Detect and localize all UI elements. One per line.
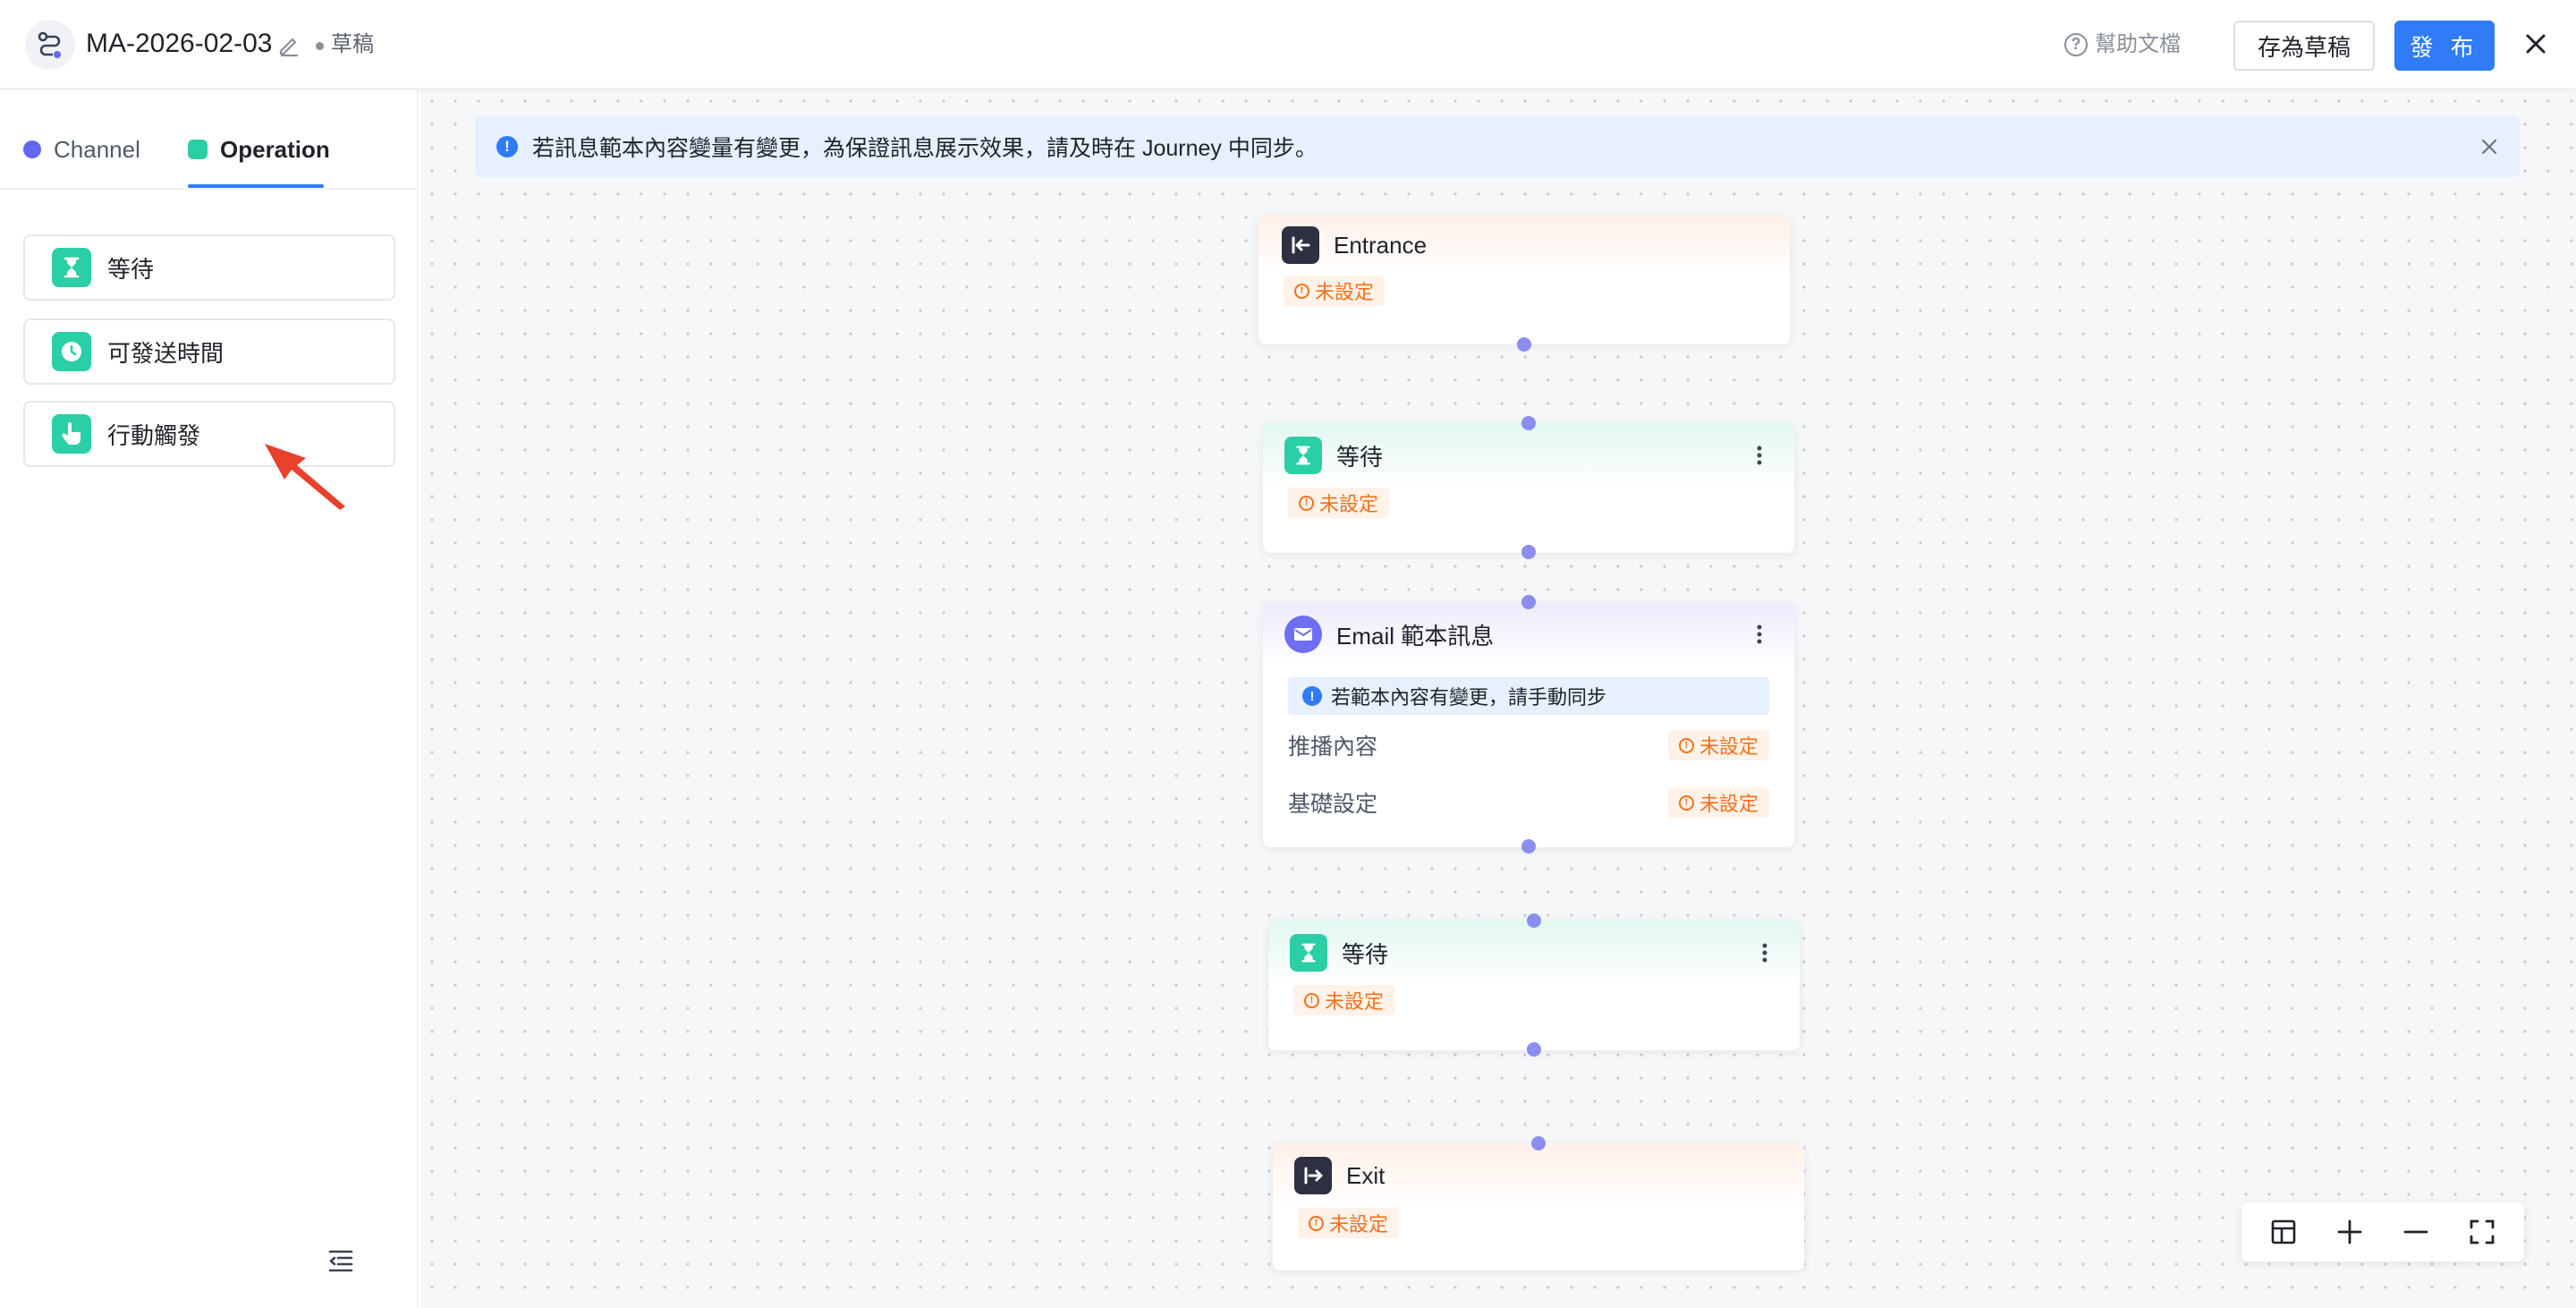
more-menu-icon[interactable]: [1755, 620, 1764, 649]
sync-notice-banner: ! 若訊息範本內容變量有變更，為保證訊息展示效果，請及時在 Journey 中同…: [475, 116, 2520, 177]
help-docs-link[interactable]: ? 幫助文檔: [2064, 27, 2181, 63]
node-header: Email 範本訊息: [1263, 602, 1794, 667]
info-icon: !: [496, 136, 518, 157]
layout-icon[interactable]: [2266, 1214, 2301, 1250]
output-port[interactable]: [1521, 839, 1536, 854]
tab-operation[interactable]: Operation: [188, 134, 330, 165]
input-port[interactable]: [1521, 595, 1536, 609]
node-title: 等待: [1336, 443, 1384, 471]
node-title: Exit: [1346, 1161, 1385, 1189]
more-menu-icon[interactable]: [1755, 441, 1764, 470]
status-text: 未設定: [1699, 735, 1758, 758]
channel-dot-icon: [23, 140, 41, 158]
node-header: 等待: [1268, 921, 1800, 985]
email-row-basic-settings[interactable]: 基礎設定 ! 未設定: [1263, 774, 1794, 831]
status-text: 未設定: [1319, 493, 1379, 515]
status-badge: ! 未設定: [1293, 985, 1395, 1015]
notice-text: 若訊息範本內容變量有變更，為保證訊息展示效果，請及時在 Journey 中同步。: [532, 136, 1318, 161]
node-wait[interactable]: 等待 ! 未設定: [1263, 423, 1794, 553]
help-docs-label: 幫助文檔: [2095, 32, 2181, 56]
active-tab-indicator: [188, 184, 324, 188]
node-title: Entrance: [1334, 231, 1428, 259]
zoom-in-icon[interactable]: [2332, 1214, 2368, 1250]
hourglass-icon: [1290, 934, 1327, 972]
tab-channel-label: Channel: [54, 136, 140, 163]
top-header: MA-2026-02-03 草稿 ? 幫助文檔 存為草稿 發 布: [0, 0, 2576, 89]
status-badge: ! 未設定: [1667, 787, 1769, 818]
status-badge: ! 未設定: [1667, 730, 1769, 760]
input-port[interactable]: [1527, 913, 1541, 928]
collapse-sidebar-icon[interactable]: [326, 1245, 356, 1276]
note-text: 若範本內容有變更，請手動同步: [1331, 686, 1607, 709]
output-port[interactable]: [1527, 1042, 1541, 1057]
row-label: 推播內容: [1288, 735, 1378, 760]
warning-icon: !: [1294, 283, 1309, 299]
mail-icon: [1284, 616, 1322, 653]
template-sync-note: ! 若範本內容有變更，請手動同步: [1288, 677, 1769, 715]
email-row-push-content[interactable]: 推播內容 ! 未設定: [1263, 717, 1794, 774]
info-icon: !: [1302, 686, 1322, 706]
output-port[interactable]: [1517, 337, 1531, 352]
publish-button[interactable]: 發 布: [2394, 21, 2495, 71]
warning-icon: !: [1678, 737, 1694, 753]
fullscreen-icon[interactable]: [2464, 1214, 2500, 1250]
node-entrance[interactable]: Entrance ! 未設定: [1258, 215, 1790, 344]
row-label: 基礎設定: [1288, 792, 1378, 817]
status-badge: 草稿: [331, 32, 374, 56]
operation-item-wait[interactable]: 等待: [23, 234, 395, 301]
red-arrow-annotation-icon: [265, 444, 345, 510]
operation-item-label: 行動觸發: [107, 421, 201, 449]
operation-item-label: 等待: [107, 255, 155, 283]
canvas-controls: [2241, 1202, 2524, 1261]
node-title: Email 範本訊息: [1336, 622, 1495, 650]
notice-close-icon[interactable]: [2479, 136, 2500, 157]
status-badge: ! 未設定: [1298, 1208, 1400, 1238]
zoom-out-icon[interactable]: [2398, 1214, 2434, 1250]
input-port[interactable]: [1531, 1136, 1546, 1151]
exit-icon: [1294, 1157, 1332, 1194]
node-title: 等待: [1342, 940, 1389, 968]
entrance-icon: [1282, 226, 1319, 264]
status-text: 未設定: [1329, 1213, 1389, 1236]
more-menu-icon[interactable]: [1760, 939, 1769, 967]
question-icon: ?: [2064, 33, 2088, 56]
warning-icon: !: [1299, 495, 1314, 511]
node-header: 等待: [1263, 423, 1794, 488]
input-port[interactable]: [1521, 416, 1536, 430]
tab-operation-label: Operation: [220, 136, 330, 163]
hourglass-icon: [1284, 437, 1322, 474]
status-dot: [316, 42, 324, 50]
close-icon[interactable]: [2520, 28, 2552, 60]
save-draft-button[interactable]: 存為草稿: [2233, 21, 2375, 71]
edit-title-icon[interactable]: [275, 31, 302, 58]
node-wait[interactable]: 等待 ! 未設定: [1268, 921, 1800, 1050]
clock-icon: [52, 332, 91, 371]
status-text: 未設定: [1325, 990, 1385, 1013]
node-header: Entrance: [1258, 215, 1790, 276]
hand-pointer-icon: [52, 414, 91, 454]
status-badge: ! 未設定: [1284, 276, 1385, 306]
output-port[interactable]: [1521, 545, 1536, 559]
hourglass-icon: [52, 248, 91, 287]
node-exit[interactable]: Exit ! 未設定: [1273, 1143, 1804, 1270]
status-text: 未設定: [1315, 281, 1375, 303]
status-text: 未設定: [1699, 793, 1758, 815]
node-email-template[interactable]: Email 範本訊息 ! 若範本內容有變更，請手動同步 推播內容 ! 未設定 基…: [1263, 602, 1794, 847]
operation-item-label: 可發送時間: [107, 339, 225, 367]
warning-icon: !: [1304, 992, 1319, 1008]
component-sidebar: Channel Operation 等待 可發送時間 行動觸發: [0, 89, 419, 1308]
sidebar-tabs: Channel Operation: [0, 89, 419, 190]
operation-dot-icon: [188, 140, 208, 159]
journey-logo-icon: [25, 20, 75, 70]
warning-icon: !: [1309, 1215, 1324, 1231]
journey-title: MA-2026-02-03: [86, 29, 273, 58]
warning-icon: !: [1678, 794, 1694, 811]
status-badge: ! 未設定: [1288, 488, 1390, 518]
node-header: Exit: [1273, 1143, 1804, 1208]
tab-channel[interactable]: Channel: [23, 134, 140, 165]
operation-item-send-time[interactable]: 可發送時間: [23, 319, 395, 385]
